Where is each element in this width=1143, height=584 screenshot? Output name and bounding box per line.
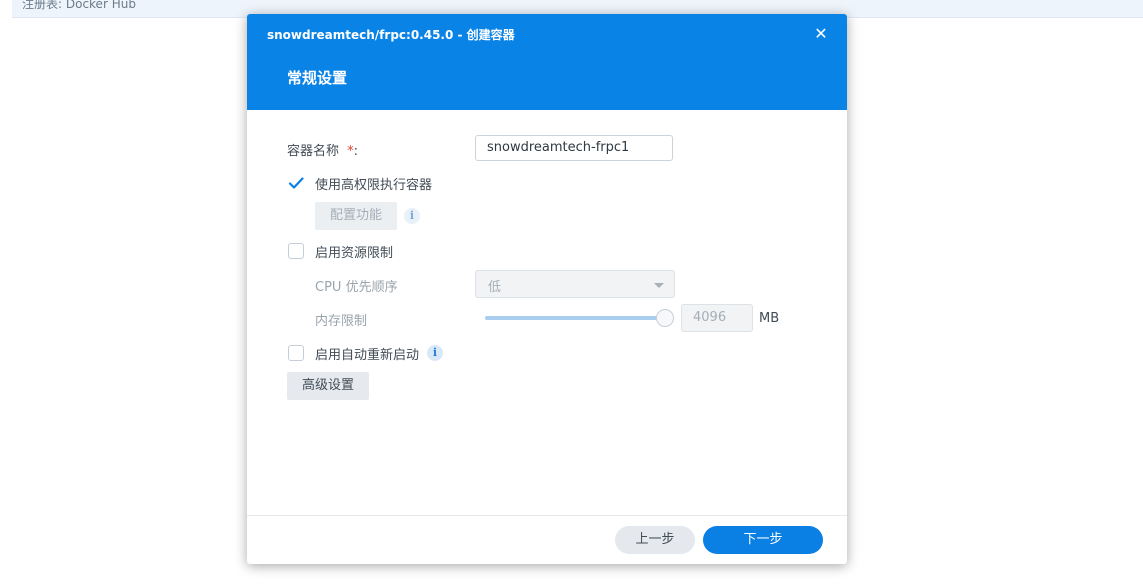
label-colon: : [353,144,359,159]
container-name-input[interactable]: snowdreamtech-frpc1 [475,135,673,161]
advanced-settings-button[interactable]: 高级设置 [287,372,369,400]
cpu-priority-select[interactable]: 低 [475,270,675,298]
memory-unit: MB [759,311,780,326]
next-button[interactable]: 下一步 [703,526,823,554]
memory-limit-input[interactable]: 4096 [681,304,753,332]
step-title: 常规设置 [287,69,348,87]
info-icon[interactable]: i [404,208,420,224]
memory-limit-label: 内存限制 [315,314,368,329]
privileged-checkbox[interactable] [288,175,304,191]
auto-restart-label: 启用自动重新启动 [315,348,420,363]
privileged-label: 使用高权限执行容器 [315,178,433,193]
checkmark-icon [288,177,304,189]
cpu-priority-label: CPU 优先顺序 [315,280,398,295]
auto-restart-checkbox[interactable] [288,345,304,361]
create-container-dialog: snowdreamtech/frpc:0.45.0 - 创建容器 ✕ 常规设置 … [247,14,847,564]
container-name-label-text: 容器名称 [287,144,340,159]
footer-divider [247,515,847,516]
cpu-priority-value: 低 [488,280,502,295]
resource-limit-label: 启用资源限制 [315,246,394,261]
dialog-header: snowdreamtech/frpc:0.45.0 - 创建容器 ✕ 常规设置 [247,14,847,110]
previous-button[interactable]: 上一步 [615,526,695,554]
chevron-down-icon [654,283,664,288]
resource-limit-checkbox[interactable] [288,243,304,259]
registry-text: 注册表: Docker Hub [22,0,136,11]
configure-capabilities-button[interactable]: 配置功能 [315,202,397,230]
info-icon[interactable]: i [427,345,443,361]
dialog-title: snowdreamtech/frpc:0.45.0 - 创建容器 [267,28,515,42]
container-name-label: 容器名称 *: [287,140,358,159]
memory-slider-track[interactable] [485,316,665,320]
memory-slider-thumb[interactable] [656,309,674,327]
close-icon[interactable]: ✕ [811,24,831,44]
